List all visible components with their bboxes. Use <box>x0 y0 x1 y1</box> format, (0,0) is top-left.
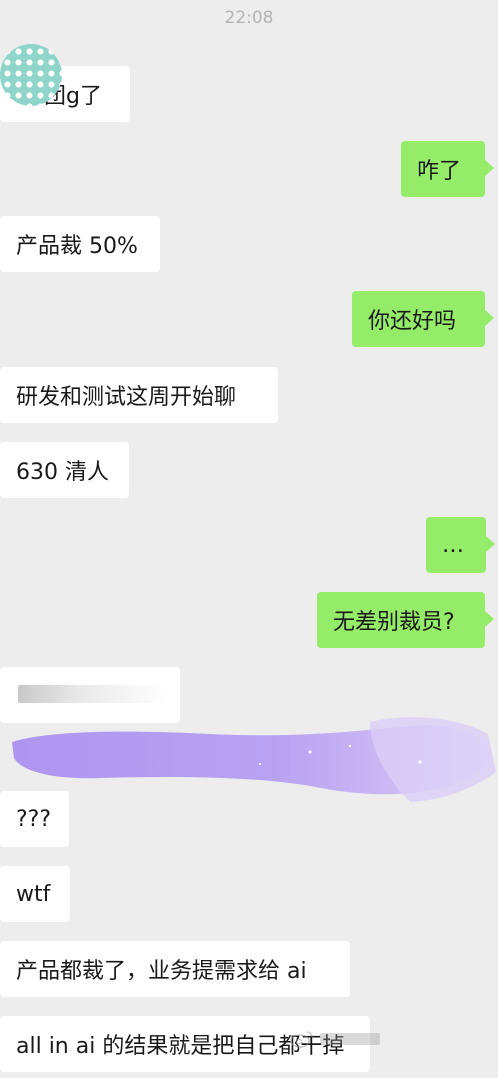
message-text: 你还好吗 <box>368 309 457 334</box>
message-bubble-incoming[interactable]: 研发和测试这周开始聊 <box>0 367 278 423</box>
message-text: 产品都裁了，业务提需求给 ai <box>16 959 307 984</box>
message-text: 产品裁 50% <box>16 234 138 259</box>
message-bubble-incoming[interactable]: ??? <box>0 791 69 847</box>
message-bubble-incoming[interactable]: 产品裁 50% <box>0 216 160 272</box>
message-bubble-outgoing[interactable]: 你还好吗 <box>352 291 494 347</box>
message-text: 咋了 <box>417 159 462 184</box>
contact-avatar[interactable] <box>0 44 62 106</box>
message-text: wtf <box>16 881 51 907</box>
message-bubble-outgoing[interactable]: 咋了 <box>401 141 494 197</box>
watermark-text-blur <box>320 1033 380 1045</box>
message-text: 研发和测试这周开始聊 <box>16 385 237 410</box>
message-bubble-outgoing[interactable]: 无差别裁员? <box>317 592 494 648</box>
message-bubble-redacted[interactable] <box>0 667 180 723</box>
message-text: 630 清人 <box>16 460 109 485</box>
message-text: 无差别裁员? <box>333 610 455 635</box>
message-bubble-incoming[interactable]: 产品都裁了，业务提需求给 ai <box>0 941 350 997</box>
timestamp: 22:08 <box>224 8 274 28</box>
message-bubble-incoming[interactable]: wtf <box>0 866 70 922</box>
redaction-scribble <box>12 717 496 802</box>
redacted-text-blur <box>18 685 168 703</box>
message-bubble-outgoing[interactable]: … <box>426 517 495 573</box>
message-text: … <box>442 532 464 558</box>
watermark <box>290 1030 380 1048</box>
weibo-watermark-icon <box>290 1031 313 1048</box>
message-text: ??? <box>16 806 52 832</box>
message-bubble-incoming[interactable]: 630 清人 <box>0 442 129 498</box>
